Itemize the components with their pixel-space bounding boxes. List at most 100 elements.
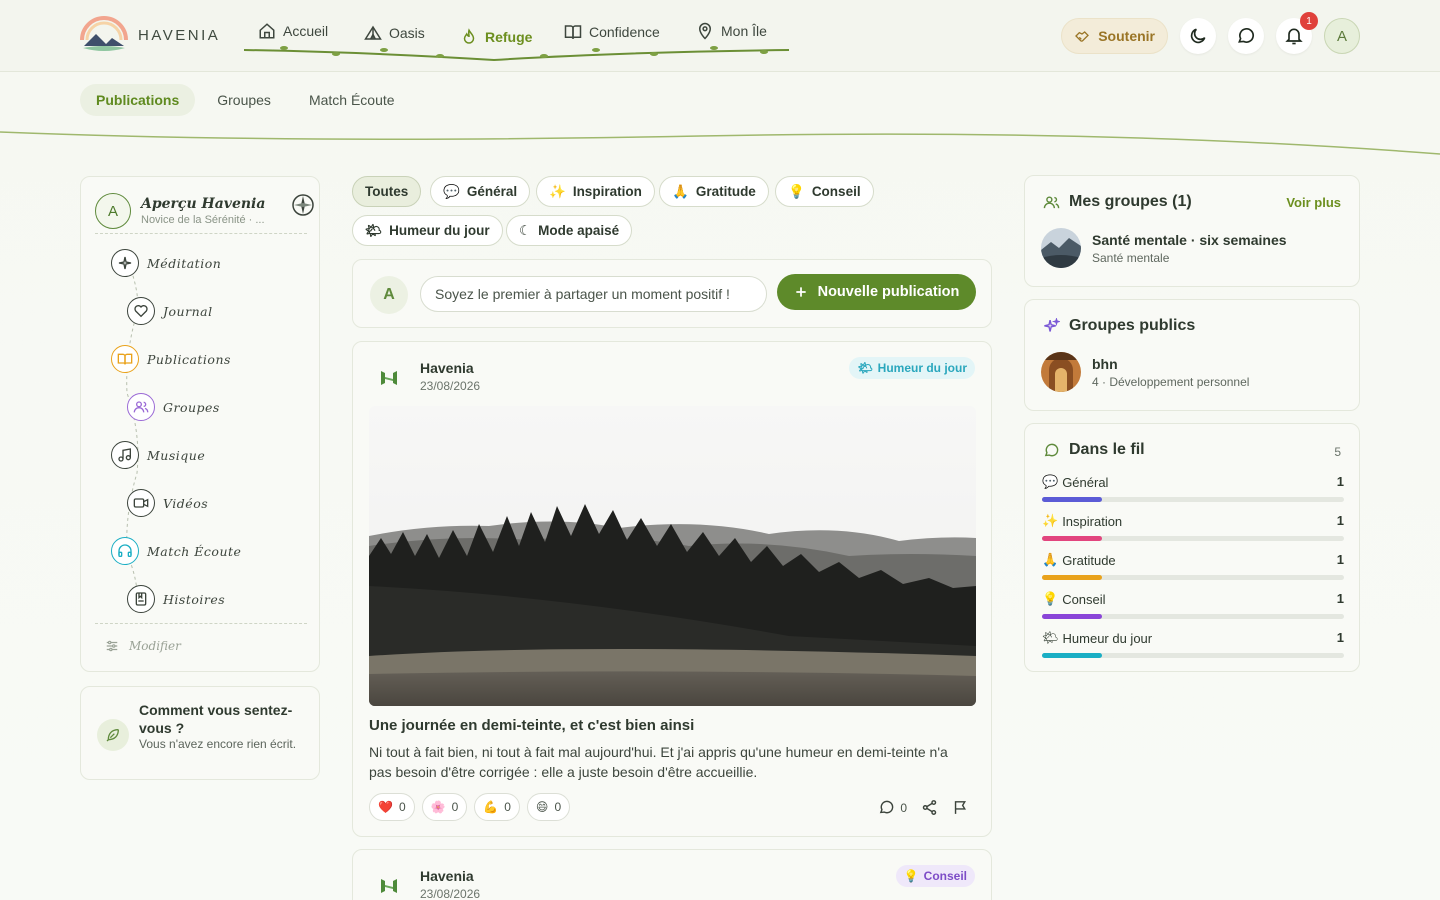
nav-mon-ile[interactable]: Mon Île <box>696 22 767 40</box>
open-book-icon <box>117 353 133 365</box>
chat-bubble-icon <box>1238 28 1254 43</box>
havenia-logo-icon <box>80 16 128 51</box>
notification-badge: 1 <box>1300 12 1318 30</box>
tab-publications[interactable]: Publications <box>80 84 196 116</box>
group-item[interactable]: Santé mentale · six semaines Santé menta… <box>1041 228 1287 268</box>
group-name: bhn <box>1092 355 1118 372</box>
new-post-label: Nouvelle publication <box>817 284 960 300</box>
filter-general[interactable]: 💬 Général <box>430 176 531 207</box>
sidebar-item-meditation[interactable]: Méditation <box>111 249 221 277</box>
filter-label: Général <box>466 184 518 199</box>
post-image[interactable] <box>369 406 976 706</box>
header-tools: Soutenir 1 A <box>1061 12 1360 54</box>
support-label: Soutenir <box>1098 28 1155 44</box>
music-icon <box>118 448 131 462</box>
chat-bubble-icon <box>1044 443 1059 457</box>
feed-count: 1 <box>1336 474 1344 489</box>
filter-gratitude[interactable]: 🙏 Gratitude <box>659 176 769 207</box>
feed-bar-track <box>1042 497 1344 502</box>
feed-row-gratitude[interactable]: 🙏 Gratitude 1 <box>1042 552 1344 580</box>
sidebar-item-match-ecoute[interactable]: Match Écoute <box>111 537 241 565</box>
post-author[interactable]: Havenia <box>420 360 474 376</box>
sub-navigation: Publications Groupes Match Écoute <box>0 72 1440 162</box>
nav-confidence[interactable]: Confidence <box>564 23 660 41</box>
post-input[interactable] <box>420 276 767 312</box>
sidebar-item-videos[interactable]: Vidéos <box>127 489 208 517</box>
post-actions: 0 <box>878 799 969 816</box>
group-name: Santé mentale · six semaines <box>1092 231 1287 248</box>
public-groups-title: Groupes publics <box>1069 317 1196 334</box>
sidebar-item-publications[interactable]: Publications <box>111 345 231 373</box>
filter-inspiration[interactable]: ✨ Inspiration <box>536 176 655 207</box>
reaction-heart-button[interactable]: ❤️ 0 <box>369 793 415 821</box>
feed-count: 1 <box>1336 552 1344 567</box>
theme-toggle-button[interactable] <box>1180 18 1216 54</box>
group-item[interactable]: bhn 4 · Développement personnel <box>1041 352 1249 392</box>
vine-decoration <box>244 46 789 62</box>
reaction-flower-button[interactable]: 🌸 0 <box>421 793 468 821</box>
sidebar-item-label: Journal <box>163 303 213 319</box>
see-more-link[interactable]: Voir plus <box>1286 195 1341 210</box>
sidebar-item-groupes[interactable]: Groupes <box>127 393 220 421</box>
compass-icon[interactable] <box>291 193 315 217</box>
user-avatar[interactable]: A <box>1324 18 1360 54</box>
sidebar-item-musique[interactable]: Musique <box>111 441 205 469</box>
mood-card[interactable]: Comment vous sentez-vous ? Vous n'avez e… <box>80 686 320 780</box>
feed-label: Gratitude <box>1062 552 1116 568</box>
support-button[interactable]: Soutenir <box>1061 18 1168 54</box>
comment-button[interactable]: 0 <box>878 799 907 816</box>
post-composer: A Nouvelle publication <box>352 259 992 328</box>
sidebar-item-label: Match Écoute <box>147 543 242 559</box>
sidebar-item-histoires[interactable]: Histoires <box>127 585 225 613</box>
comment-icon <box>880 800 894 814</box>
tab-match-ecoute[interactable]: Match Écoute <box>293 84 411 116</box>
filter-label: Toutes <box>365 184 409 199</box>
nav-label: Refuge <box>485 29 533 45</box>
nav-label: Accueil <box>283 23 329 39</box>
feed-stats-card: Dans le fil 5 💬 Général 1 ✨ Inspiration 1 … <box>1024 423 1360 672</box>
reaction-smile-button[interactable]: 😄 0 <box>526 793 571 821</box>
post-title: Une journée en demi-teinte, et c'est bie… <box>369 717 695 734</box>
reaction-count: 0 <box>554 800 562 814</box>
users-icon <box>1043 196 1060 209</box>
sliders-icon <box>106 640 118 652</box>
nav-oasis[interactable]: Oasis <box>364 24 425 42</box>
brand-logo[interactable]: HAVENIA <box>80 16 220 54</box>
map-pin-icon <box>698 22 712 40</box>
avatar[interactable]: A <box>95 193 131 229</box>
mood-subtitle: Vous n'avez encore rien écrit. <box>139 737 297 751</box>
nav-accueil[interactable]: Accueil <box>258 22 328 40</box>
group-category: 4 · Développement personnel <box>1092 374 1250 389</box>
filter-label: Inspiration <box>572 184 642 199</box>
filter-mode-apaise[interactable]: ☾ Mode apaisé <box>506 215 633 246</box>
group-category: Santé mentale <box>1092 250 1170 265</box>
share-button[interactable] <box>921 799 938 816</box>
feed-row-inspiration[interactable]: ✨ Inspiration 1 <box>1042 513 1344 541</box>
sidebar-item-journal[interactable]: Journal <box>127 297 213 325</box>
report-button[interactable] <box>952 799 969 816</box>
sparkle-icon <box>118 256 132 270</box>
book-bookmark-icon <box>135 592 147 606</box>
feed-bar-fill <box>1042 497 1102 502</box>
tab-groupes[interactable]: Groupes <box>201 84 287 116</box>
feed-row-conseil[interactable]: 💡 Conseil 1 <box>1042 591 1344 619</box>
post-author[interactable]: Havenia <box>420 868 474 884</box>
filter-humeur-du-jour[interactable]: 🌤 Humeur du jour <box>352 215 503 246</box>
notifications-button[interactable]: 1 <box>1276 12 1318 54</box>
reaction-strength-button[interactable]: 💪 0 <box>474 793 520 821</box>
modify-button[interactable]: Modifier <box>105 639 181 653</box>
plus-icon <box>795 287 806 297</box>
feed-row-humeur-du-jour[interactable]: 🌤 Humeur du jour 1 <box>1042 630 1344 658</box>
messages-button[interactable] <box>1228 18 1264 54</box>
feed-label: Général <box>1062 474 1109 490</box>
sun-cloud-icon: 🌤 <box>857 361 873 375</box>
smile-icon: 😄 <box>535 800 549 814</box>
sidebar-item-label: Méditation <box>147 255 222 271</box>
bell-icon <box>1285 28 1303 45</box>
post-tag-label: Conseil <box>923 869 967 883</box>
feed-row-general[interactable]: 💬 Général 1 <box>1042 474 1344 502</box>
new-post-button[interactable]: Nouvelle publication <box>777 274 976 310</box>
filter-toutes[interactable]: Toutes <box>352 176 422 207</box>
filter-conseil[interactable]: 💡 Conseil <box>775 176 874 207</box>
comment-count: 0 <box>900 800 907 815</box>
